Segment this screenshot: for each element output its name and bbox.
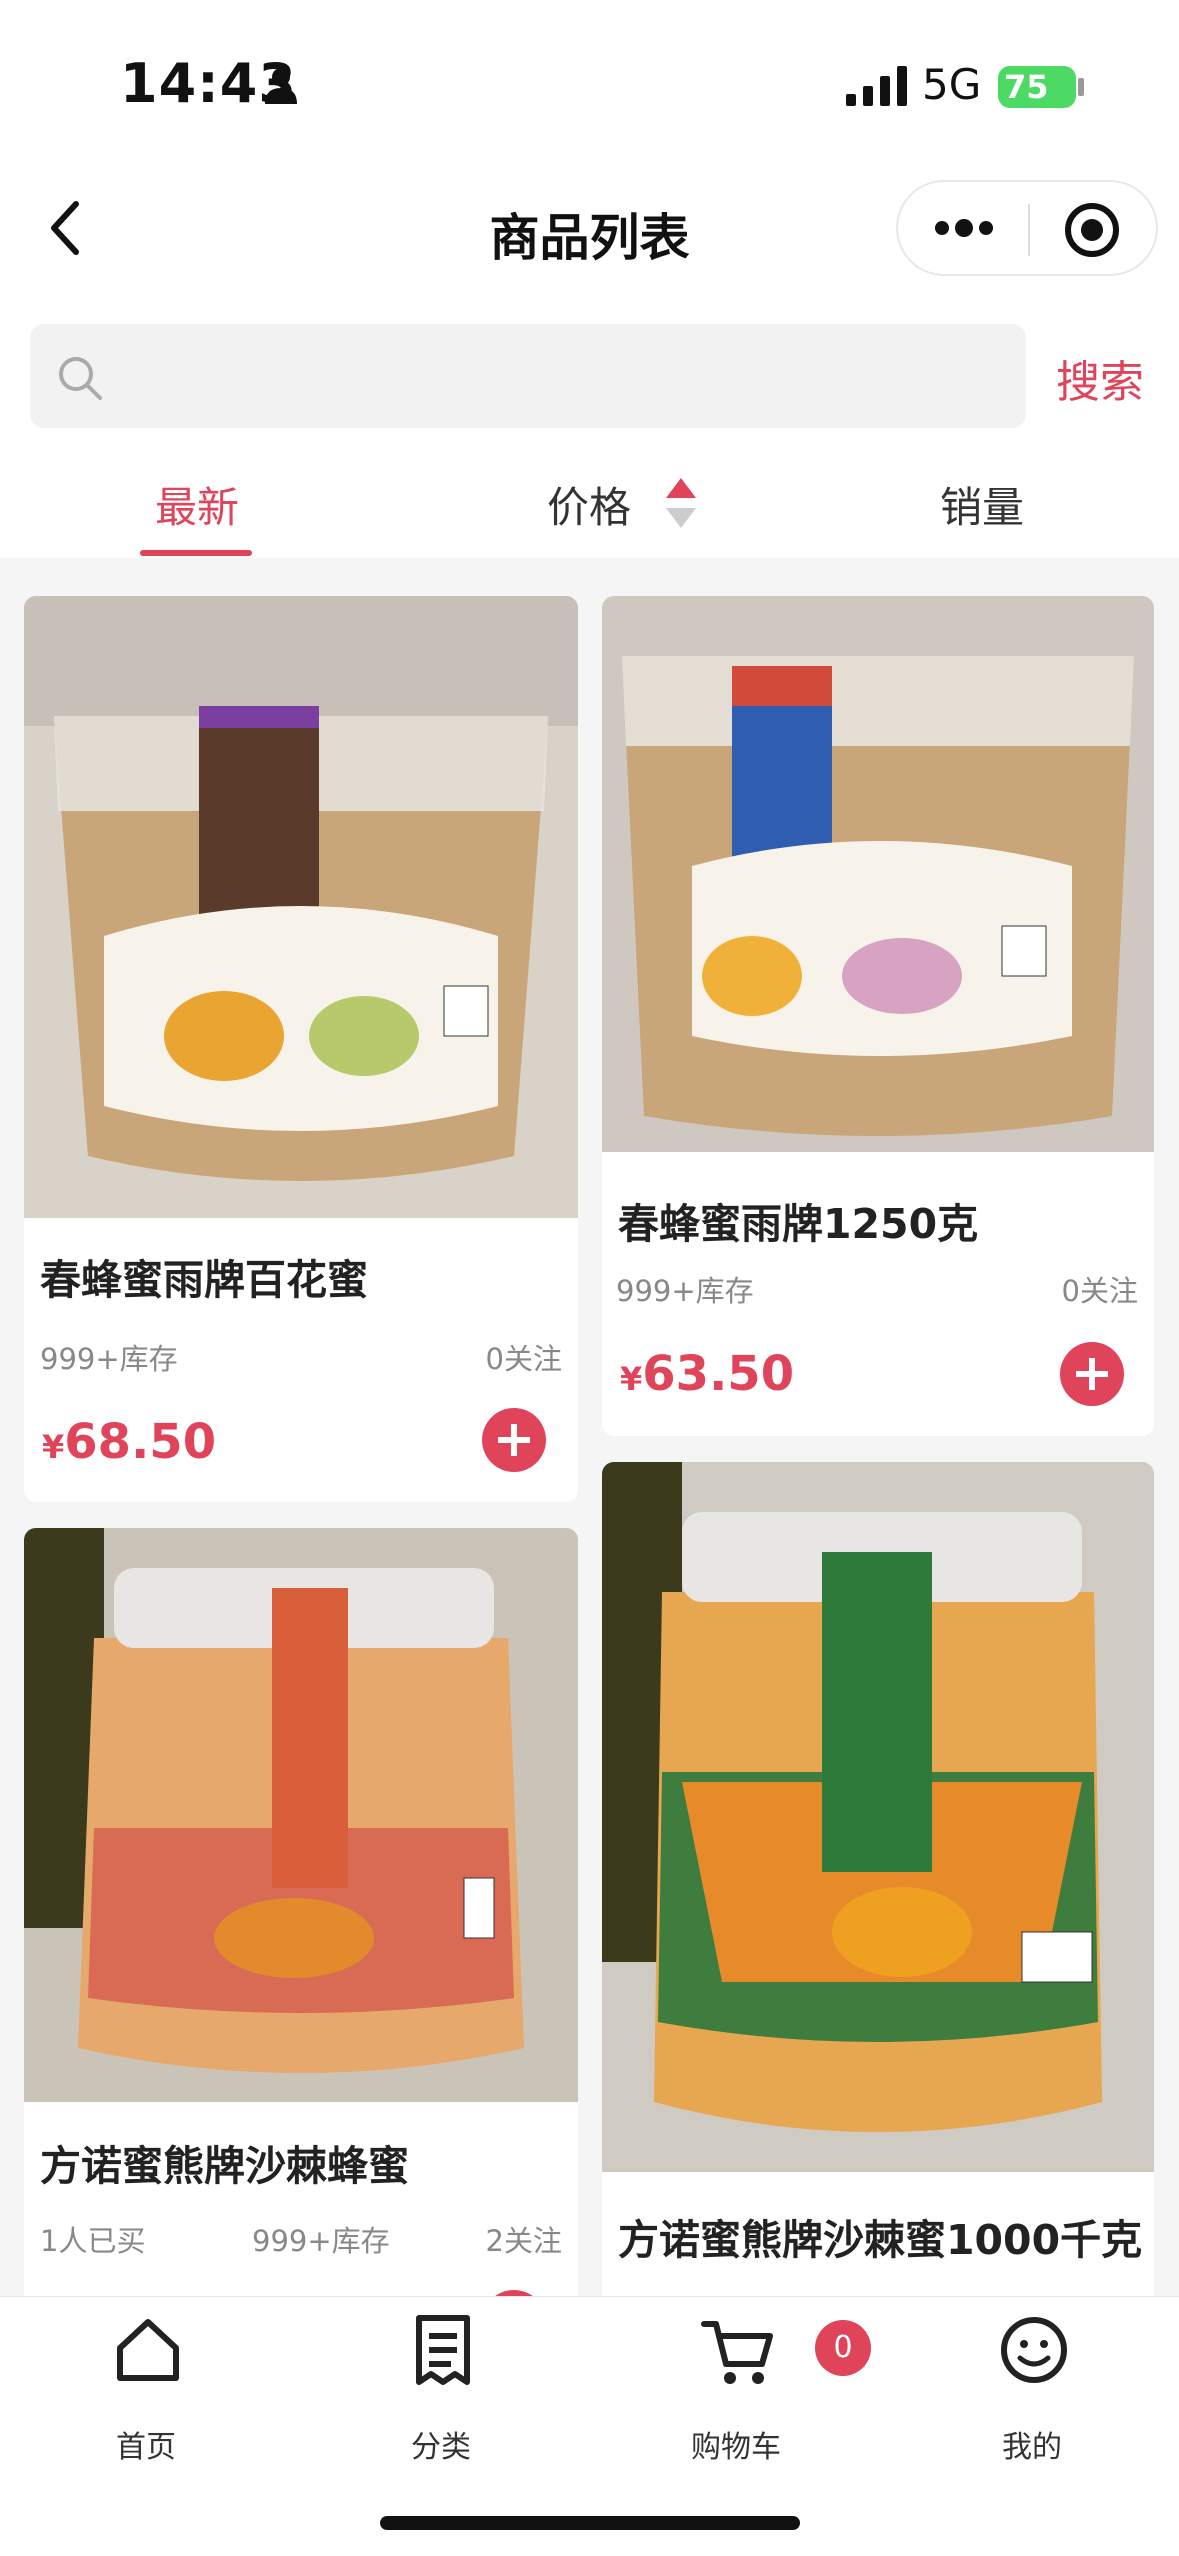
product-card[interactable]: 春蜂蜜雨牌百花蜜 999+库存 0关注 ¥68.50	[24, 596, 578, 1502]
tab-bar-label: 分类	[411, 2430, 471, 2465]
product-image	[24, 1528, 578, 2102]
price-currency: ¥	[42, 1428, 65, 1466]
tab-bar-item-category[interactable]: 分类	[341, 2310, 541, 2465]
product-name: 方诺蜜熊牌沙棘蜂蜜	[40, 2142, 409, 2190]
capsule-divider	[1028, 204, 1030, 256]
tab-bar-label: 首页	[116, 2430, 176, 2465]
tab-sales[interactable]: 销量	[940, 474, 1024, 535]
product-follows: 2关注	[485, 2224, 562, 2258]
signal-icon	[846, 66, 907, 106]
product-card[interactable]: 方诺蜜熊牌沙棘蜂蜜 1人已买 999+库存 2关注	[24, 1528, 578, 2328]
tab-bar-item-profile[interactable]: 我的	[932, 2310, 1132, 2465]
product-image	[602, 1462, 1154, 2172]
search-icon	[59, 357, 102, 400]
tab-bar-item-home[interactable]: 首页	[46, 2310, 246, 2465]
product-name: 方诺蜜熊牌沙棘蜜1000千克	[618, 2216, 1143, 2264]
cart-badge: 0	[815, 2320, 871, 2376]
sort-arrows-icon[interactable]	[664, 476, 698, 530]
cart-icon	[701, 2321, 773, 2384]
tab-bar-item-cart[interactable]: 购物车	[636, 2310, 836, 2465]
product-stock: 999+库存	[616, 1274, 754, 1308]
battery-indicator: 75	[998, 66, 1076, 108]
price-currency: ¥	[620, 1360, 643, 1398]
search-input[interactable]	[30, 324, 1026, 428]
close-target-icon[interactable]	[1064, 202, 1120, 258]
tab-active-underline	[140, 550, 252, 556]
product-card[interactable]: 方诺蜜熊牌沙棘蜜1000千克	[602, 1462, 1154, 2328]
more-icon[interactable]	[934, 216, 994, 240]
add-to-cart-button[interactable]	[482, 1408, 546, 1472]
search-button[interactable]: 搜索	[1056, 346, 1144, 410]
smile-icon	[1001, 2317, 1067, 2383]
product-price: ¥68.50	[42, 1414, 216, 1470]
add-to-cart-button[interactable]	[1060, 1342, 1124, 1406]
product-name: 春蜂蜜雨牌1250克	[618, 1200, 979, 1248]
battery-level: 75	[1004, 68, 1049, 106]
price-value: 63.50	[642, 1346, 795, 1402]
product-stock: 999+库存	[40, 1342, 178, 1376]
product-price: ¥63.50	[620, 1346, 794, 1402]
product-image	[602, 596, 1154, 1152]
home-icon	[117, 2319, 179, 2381]
price-value: 68.50	[64, 1414, 217, 1470]
home-indicator	[380, 2516, 800, 2530]
product-bought: 1人已买	[40, 2224, 146, 2258]
list-icon	[416, 2315, 470, 2385]
product-image	[24, 596, 578, 1218]
product-stock: 999+库存	[252, 2224, 390, 2258]
status-bar: 14:43 5G 75	[0, 0, 1179, 160]
product-follows: 0关注	[1061, 1274, 1138, 1308]
tab-bar-label: 我的	[1002, 2430, 1062, 2465]
network-type: 5G	[922, 60, 982, 109]
tab-price[interactable]: 价格	[547, 474, 631, 535]
tab-bar-label: 购物车	[691, 2430, 781, 2465]
tab-newest[interactable]: 最新	[155, 474, 239, 535]
product-card[interactable]: 春蜂蜜雨牌1250克 999+库存 0关注 ¥63.50	[602, 596, 1154, 1436]
battery-cap	[1078, 78, 1084, 96]
product-name: 春蜂蜜雨牌百花蜜	[40, 1256, 368, 1304]
mini-program-capsule	[896, 180, 1158, 276]
person-icon	[265, 68, 297, 104]
product-follows: 0关注	[485, 1342, 562, 1376]
